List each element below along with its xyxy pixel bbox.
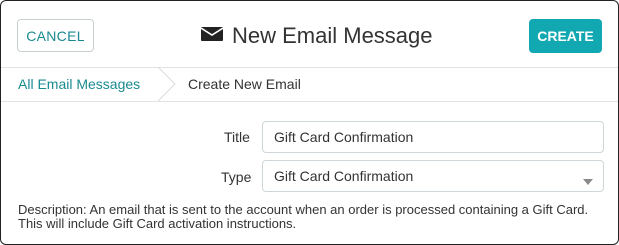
title-wrap: New Email Message <box>200 23 433 49</box>
breadcrumb-link-all-email-messages[interactable]: All Email Messages <box>18 76 140 92</box>
envelope-icon <box>200 26 224 47</box>
breadcrumb-separator-icon <box>157 66 177 106</box>
type-select[interactable]: Gift Card Confirmation <box>262 160 604 192</box>
dialog-header: CANCEL New Email Message CREATE <box>1 1 618 68</box>
page-title: New Email Message <box>232 23 433 48</box>
type-label: Type <box>221 169 252 185</box>
breadcrumb: All Email Messages Create New Email <box>1 66 618 102</box>
breadcrumb-current: Create New Email <box>188 76 301 92</box>
type-select-value: Gift Card Confirmation <box>274 168 414 184</box>
title-label: Title <box>224 129 250 145</box>
title-input[interactable]: Gift Card Confirmation <box>262 121 604 153</box>
new-email-dialog: CANCEL New Email Message CREATE All Emai… <box>0 0 619 245</box>
cancel-button[interactable]: CANCEL <box>17 19 94 52</box>
chevron-down-icon <box>583 173 593 189</box>
create-button[interactable]: CREATE <box>529 19 602 53</box>
description-text: Description: An email that is sent to th… <box>18 202 589 231</box>
